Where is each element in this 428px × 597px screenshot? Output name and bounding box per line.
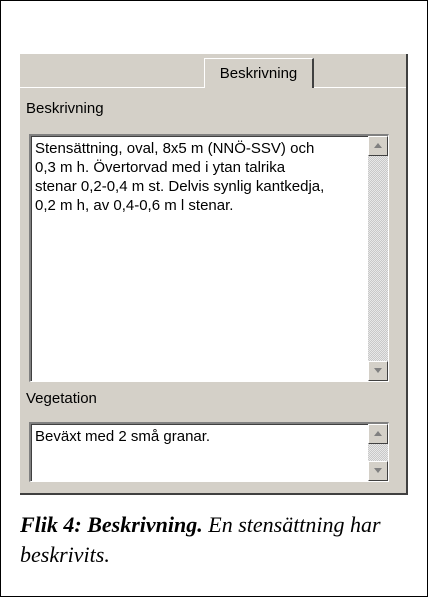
scroll-down-icon[interactable] (368, 361, 388, 381)
caption-bold: Flik 4: Beskrivning. (20, 512, 203, 537)
vegetation-scrollbar[interactable] (368, 424, 388, 481)
vegetation-text: Beväxt med 2 små granar. (35, 428, 211, 445)
vegetation-label: Vegetation (26, 390, 97, 407)
description-text: Stensättning, oval, 8x5 m (NNÖ-SSV) och … (35, 140, 325, 214)
scroll-up-icon[interactable] (368, 424, 388, 444)
description-label: Beskrivning (26, 100, 104, 117)
figure-caption: Flik 4: Beskrivning. En stensättning har… (20, 510, 400, 570)
tab-strip-line-right (314, 87, 406, 88)
tab-strip-line (20, 87, 204, 88)
vegetation-textarea[interactable]: Beväxt med 2 små granar. (29, 422, 389, 482)
description-scrollbar[interactable] (368, 136, 388, 381)
tab-beskrivning[interactable]: Beskrivning (204, 58, 314, 88)
scroll-down-icon[interactable] (368, 461, 388, 481)
scroll-up-icon[interactable] (368, 136, 388, 156)
description-textarea[interactable]: Stensättning, oval, 8x5 m (NNÖ-SSV) och … (29, 134, 389, 382)
